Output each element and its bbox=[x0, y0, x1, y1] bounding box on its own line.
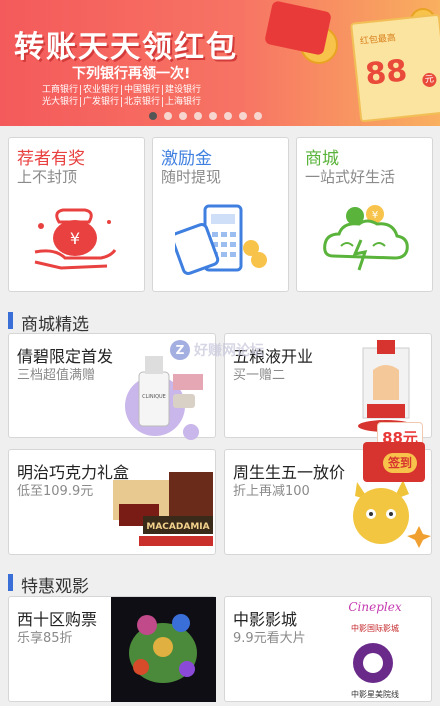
gold-figurine-image bbox=[353, 480, 431, 548]
sign-in-button[interactable]: 签到 bbox=[383, 453, 417, 473]
carousel-dot[interactable] bbox=[239, 112, 247, 120]
red-packet-icon bbox=[264, 0, 332, 56]
phone-card-pos-icon bbox=[170, 204, 270, 283]
product-subtitle: 折上再减100 bbox=[233, 484, 310, 499]
section-marker bbox=[8, 312, 13, 329]
carousel-dot[interactable] bbox=[254, 112, 262, 120]
envelope-label: 红包最高 bbox=[359, 33, 397, 48]
section-marker bbox=[8, 574, 13, 591]
product-card-meiji[interactable]: 明治巧克力礼盒 低至109.9元 MACADAMIA bbox=[8, 449, 216, 555]
movie-card-xishiqu[interactable]: 西十区购票 乐享85折 bbox=[8, 596, 216, 702]
envelope-unit: 元 bbox=[421, 72, 438, 88]
section-title: 商城精选 bbox=[21, 315, 89, 335]
page: ¥ ¥ 红包最高 88 元 转账天天领红包 下列银行再领一次! 工商银行农业银行… bbox=[0, 0, 440, 706]
movie-poster-image bbox=[111, 597, 216, 702]
chocolate-product-image: MACADAMIA bbox=[113, 472, 213, 546]
cinema-logos-image: Cineplex 中影国际影城 中影星美院线 bbox=[348, 600, 401, 699]
feature-subtitle: 一站式好生活 bbox=[305, 168, 396, 186]
product-subtitle: 乐享85折 bbox=[17, 631, 73, 646]
feature-card-mall[interactable]: 商城 一站式好生活 ¥ bbox=[296, 137, 433, 292]
product-subtitle: 低至109.9元 bbox=[17, 484, 94, 499]
carousel-dot[interactable] bbox=[224, 112, 232, 120]
carousel-indicator[interactable] bbox=[149, 112, 262, 120]
brand-label: CLINIQUE bbox=[142, 394, 166, 400]
carousel-dot[interactable] bbox=[149, 112, 157, 120]
watermark-text: 好赚网论坛 bbox=[194, 343, 264, 359]
bank-list-row-2: 光大银行 广发银行 北京银行 上海银行 bbox=[40, 94, 204, 107]
carousel-dot[interactable] bbox=[209, 112, 217, 120]
svg-text:Cineplex: Cineplex bbox=[348, 600, 401, 614]
bank-name: 光大银行 bbox=[42, 97, 79, 107]
bank-name: 北京银行 bbox=[121, 97, 163, 107]
cinema-logo-label: 中影星美院线 bbox=[351, 689, 399, 699]
sign-in-red-packet-button[interactable]: 88元 签到 bbox=[363, 418, 425, 482]
envelope-amount: 88 bbox=[363, 53, 409, 93]
carousel-dot[interactable] bbox=[179, 112, 187, 120]
product-subtitle: 买一赠二 bbox=[233, 368, 286, 383]
section-title: 特惠观影 bbox=[21, 577, 89, 597]
bank-name: 上海银行 bbox=[162, 97, 204, 107]
product-subtitle: 9.9元看大片 bbox=[233, 631, 306, 646]
watermark-logo-icon: Z bbox=[170, 340, 190, 360]
bank-name: 广发银行 bbox=[80, 97, 122, 107]
cloud-coins-icon: ¥ bbox=[319, 204, 414, 280]
promo-banner[interactable]: ¥ ¥ 红包最高 88 元 转账天天领红包 下列银行再领一次! 工商银行农业银行… bbox=[0, 0, 440, 126]
feature-card-referral[interactable]: 荐者有奖 上不封顶 ¥ bbox=[8, 137, 145, 292]
product-subtitle: 三档超值满赠 bbox=[17, 368, 96, 383]
carousel-dot[interactable] bbox=[194, 112, 202, 120]
currency-glyph: ¥ bbox=[372, 210, 378, 221]
feature-card-incentive[interactable]: 激励金 随时提现 bbox=[152, 137, 289, 292]
brand-label: MACADAMIA bbox=[146, 522, 209, 532]
banner-title: 转账天天领红包 bbox=[14, 30, 238, 65]
feature-subtitle: 上不封顶 bbox=[17, 168, 78, 186]
cinema-logo-label: 中影国际影城 bbox=[351, 623, 399, 633]
banner-subtitle: 下列银行再领一次! bbox=[72, 66, 191, 82]
carousel-dot[interactable] bbox=[164, 112, 172, 120]
watermark: Z 好赚网论坛 bbox=[170, 340, 264, 360]
movie-card-zhongying[interactable]: 中影影城 9.9元看大片 Cineplex 中影国际影城 中影星美院线 bbox=[224, 596, 432, 702]
feature-subtitle: 随时提现 bbox=[161, 168, 222, 186]
envelope-icon: 红包最高 88 元 bbox=[350, 13, 440, 123]
currency-glyph: ¥ bbox=[70, 229, 80, 248]
money-bag-hand-icon: ¥ bbox=[31, 204, 121, 278]
